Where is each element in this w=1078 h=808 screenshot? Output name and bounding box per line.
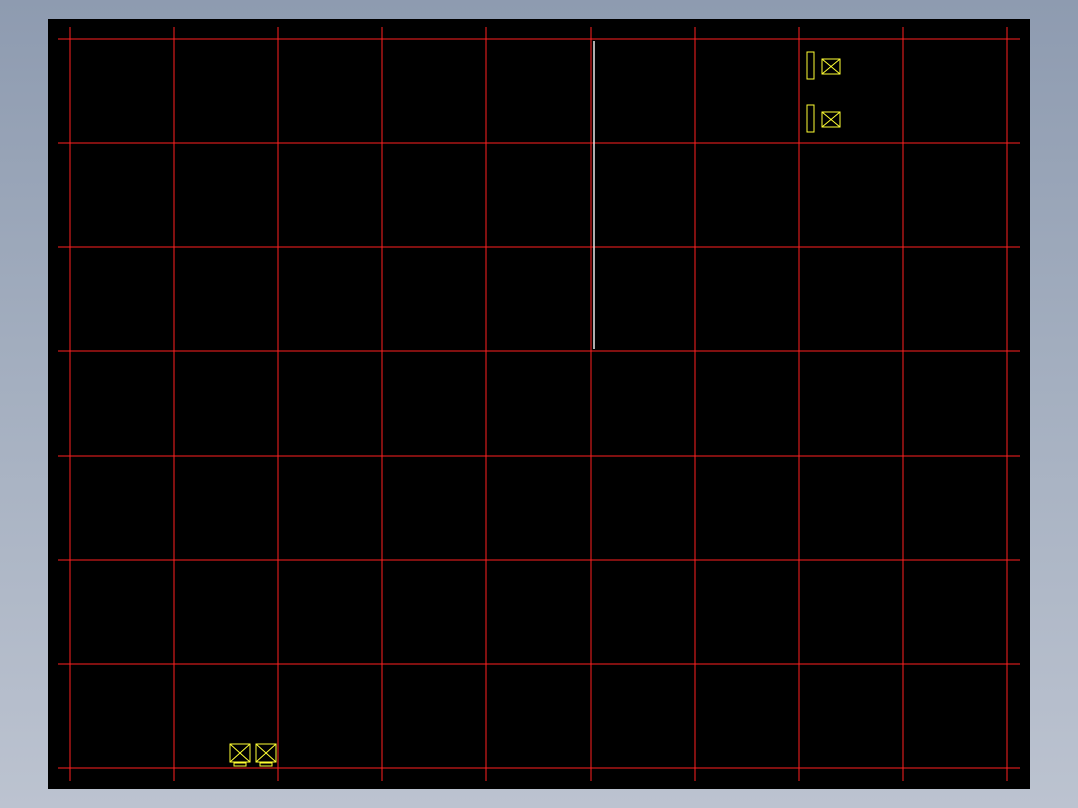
box-base-1 [233, 762, 247, 767]
column-rect [806, 51, 815, 80]
column-rect [806, 104, 815, 133]
cad-window: { "drawing": { "background_color": "#000… [0, 0, 1078, 808]
column-with-box-symbol-2[interactable] [806, 104, 841, 133]
grid-horizontal-lines [58, 38, 1020, 769]
double-box-symbol[interactable] [229, 743, 277, 767]
cad-drawing-canvas[interactable] [48, 19, 1030, 789]
crossed-box [821, 111, 841, 128]
box-base-2 [259, 762, 273, 767]
grid-vertical-lines [69, 27, 1008, 781]
symbols-layer [229, 51, 841, 767]
column-with-box-symbol-1[interactable] [806, 51, 841, 80]
crossed-box [821, 58, 841, 75]
crossed-box-2 [255, 743, 277, 763]
drawing-viewport[interactable] [48, 19, 1030, 789]
crossed-box-1 [229, 743, 251, 763]
